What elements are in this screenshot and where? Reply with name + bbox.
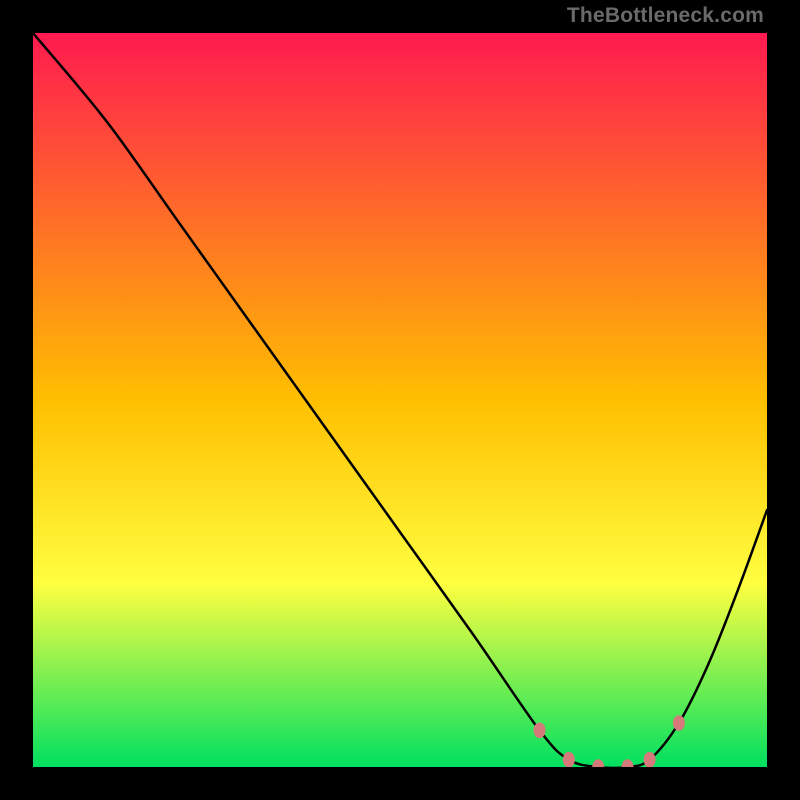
marker-dot: [644, 752, 656, 767]
bottleneck-curve: [33, 33, 767, 767]
marker-dot: [622, 759, 634, 767]
plot-area: [33, 33, 767, 767]
curve-markers: [534, 715, 685, 767]
marker-dot: [563, 752, 575, 767]
chart-frame: TheBottleneck.com: [0, 0, 800, 800]
marker-dot: [673, 715, 685, 731]
watermark-text: TheBottleneck.com: [567, 4, 764, 28]
marker-dot: [534, 723, 546, 739]
chart-svg: [33, 33, 767, 767]
marker-dot: [592, 759, 604, 767]
